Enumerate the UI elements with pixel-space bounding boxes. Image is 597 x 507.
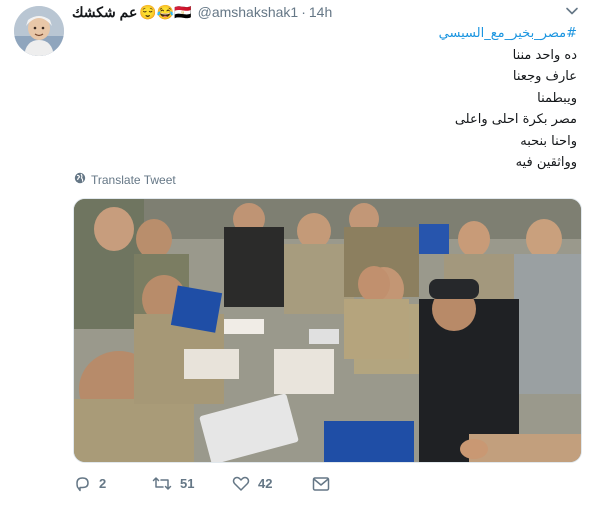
tweet[interactable]: عم شكشك 😌😂🇪🇬 @amshakshak1 · 14h #مصر_بخي… — [0, 0, 597, 507]
retweet-icon — [152, 475, 172, 492]
hashtag-link[interactable]: #مصر_بخير_مع_السيسي — [97, 23, 577, 45]
tweet-line: واحنا بنحبه — [520, 133, 577, 149]
tweet-line: عارف وجعنا — [512, 69, 577, 84]
avatar[interactable] — [14, 6, 64, 56]
tweet-photo[interactable] — [73, 198, 582, 463]
user-handle[interactable]: @amshakshak1 — [198, 4, 299, 20]
tweet-text: #مصر_بخير_مع_السيسي ده واحد مننا عارف وج… — [97, 23, 577, 174]
display-name[interactable]: عم شكشك — [72, 4, 137, 21]
direct-message-button[interactable] — [312, 476, 330, 492]
tweet-actions: 2 51 42 — [74, 475, 330, 492]
name-emojis: 😌😂🇪🇬 — [139, 3, 192, 20]
reply-count: 2 — [99, 476, 107, 491]
like-icon — [232, 475, 250, 492]
timestamp[interactable]: 14h — [309, 4, 332, 20]
tweet-line: مصر بكرة احلى واعلى — [454, 112, 577, 127]
like-button[interactable]: 42 — [232, 475, 312, 492]
retweet-button[interactable]: 51 — [152, 475, 232, 492]
message-icon — [312, 476, 330, 492]
reply-button[interactable]: 2 — [74, 475, 152, 492]
separator-dot: · — [301, 4, 306, 20]
globe-icon — [74, 172, 86, 187]
translate-tweet-link[interactable]: Translate Tweet — [74, 172, 176, 187]
tweet-line: ده واحد مننا — [512, 47, 577, 63]
translate-label: Translate Tweet — [91, 172, 176, 187]
tweet-line: وواثقين فيه — [515, 155, 577, 170]
retweet-count: 51 — [180, 476, 195, 491]
tweet-line: ويبطمنا — [537, 90, 577, 106]
chevron-down-icon[interactable] — [565, 4, 579, 18]
reply-icon — [74, 475, 91, 492]
tweet-header: عم شكشك 😌😂🇪🇬 @amshakshak1 · 14h — [72, 3, 332, 21]
like-count: 42 — [258, 476, 273, 491]
